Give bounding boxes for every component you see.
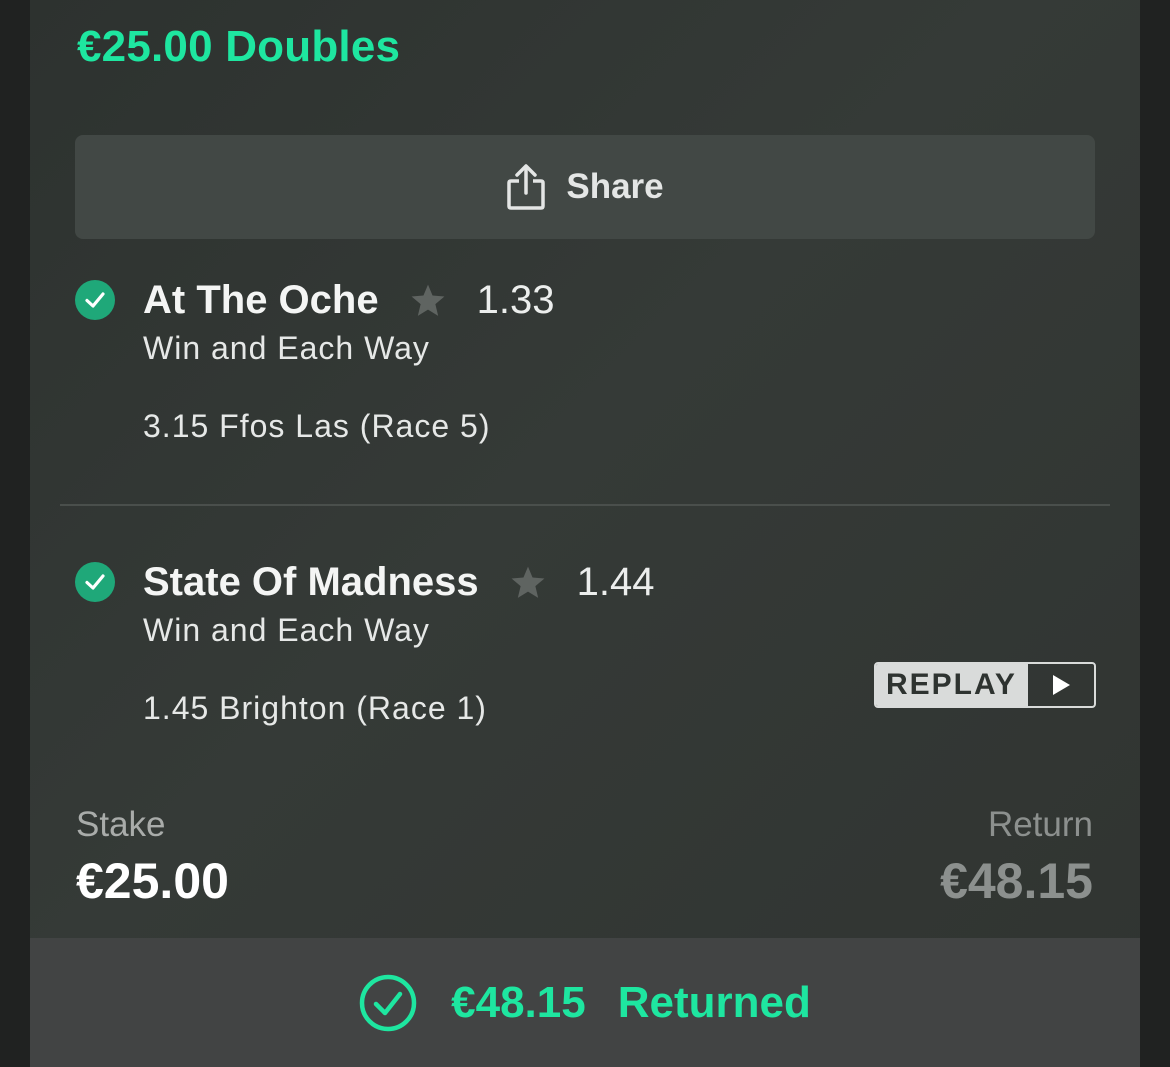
event-name: 3.15 Ffos Las (Race 5): [143, 408, 491, 444]
returned-footer: €48.15 Returned: [30, 938, 1140, 1067]
event-name: 1.45 Brighton (Race 1): [143, 690, 487, 726]
return-value: €48.15: [940, 853, 1093, 909]
play-icon: [1028, 664, 1094, 706]
bet-card: €25.00 Doubles Share At The Oche 1.33 Wi…: [30, 0, 1140, 1067]
selection-name: At The Oche: [143, 278, 379, 322]
check-circle-icon: [75, 562, 115, 602]
return-label: Return: [987, 805, 1093, 844]
stake-value: €25.00: [76, 853, 229, 909]
leg-header: At The Oche 1.33: [143, 278, 554, 323]
star-icon[interactable]: [409, 283, 447, 319]
share-icon: [507, 164, 546, 210]
share-button[interactable]: Share: [75, 135, 1095, 239]
star-icon[interactable]: [509, 565, 547, 601]
odds: 1.44: [576, 560, 655, 604]
replay-label: REPLAY: [876, 664, 1028, 706]
share-label: Share: [566, 167, 664, 206]
returned-status: Returned: [617, 977, 811, 1027]
stake-label: Stake: [76, 805, 166, 844]
replay-button[interactable]: REPLAY: [874, 662, 1096, 708]
leg-header: State Of Madness 1.44: [143, 560, 655, 605]
bet-title: €25.00 Doubles: [77, 22, 401, 71]
check-circle-outline-icon: [359, 974, 417, 1031]
selection-name: State Of Madness: [143, 560, 479, 604]
divider: [60, 504, 1110, 506]
returned-amount: €48.15: [451, 977, 586, 1027]
check-circle-icon: [75, 280, 115, 320]
market-name: Win and Each Way: [143, 612, 430, 648]
odds: 1.33: [476, 278, 555, 322]
market-name: Win and Each Way: [143, 330, 430, 366]
